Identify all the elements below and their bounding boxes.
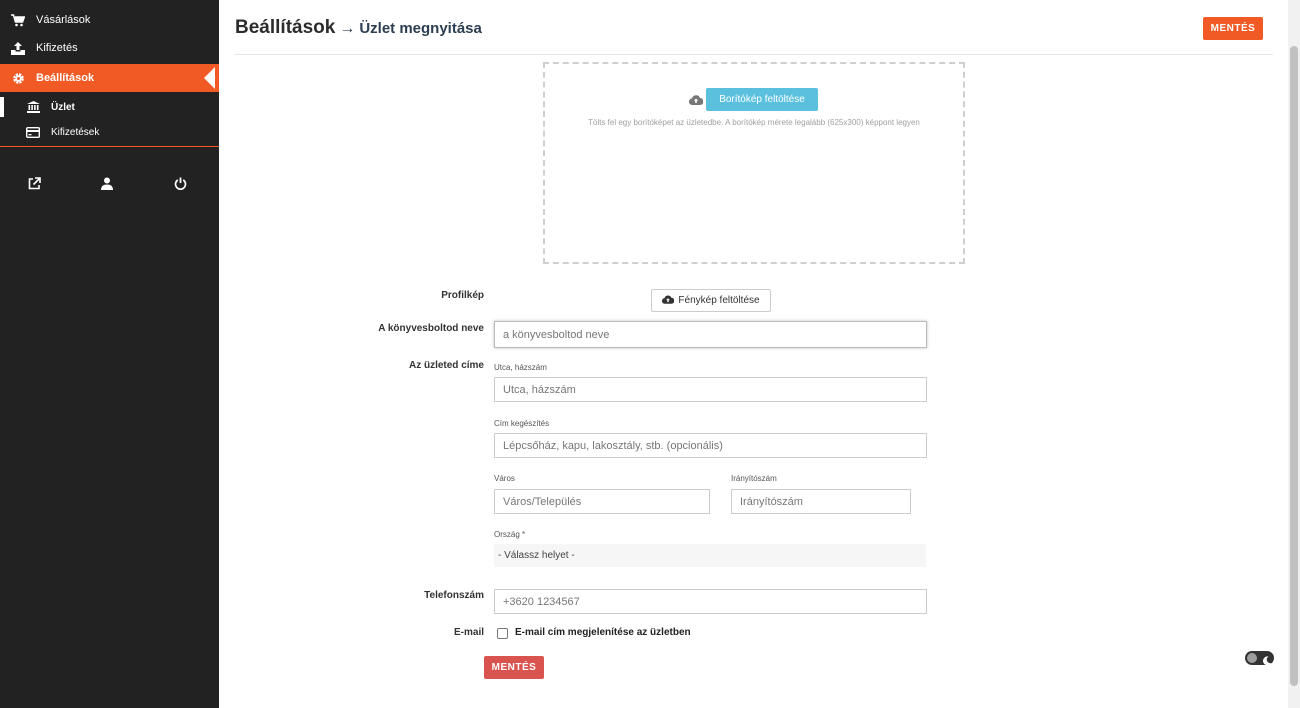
upload-icon: [11, 41, 25, 55]
theme-toggle[interactable]: [1245, 651, 1274, 666]
credit-card-icon: [26, 126, 40, 138]
zip-input[interactable]: [731, 489, 911, 514]
store-name-label: A könyvesboltod neve: [378, 323, 484, 334]
sun-icon: [1247, 653, 1257, 663]
sidebar-item-purchases[interactable]: Vásárlások: [0, 6, 219, 34]
photo-upload-button[interactable]: Fénykép feltöltése: [651, 289, 771, 312]
city-label: Város: [494, 474, 515, 483]
zip-label: Irányítószám: [731, 474, 777, 483]
page-title: Beállítások → Üzlet megnyitása: [235, 17, 482, 39]
cart-icon: [11, 13, 25, 27]
save-button-bottom[interactable]: MENTÉS: [484, 656, 544, 679]
store-name-input[interactable]: [494, 321, 927, 348]
cover-help-text: Tölts fel egy borítóképet az üzletedbe. …: [588, 118, 920, 127]
sidebar-item-label: Beállítások: [36, 72, 95, 84]
page-title-main: Beállítások: [235, 17, 336, 38]
breadcrumb-arrow: →: [339, 20, 356, 37]
sidebar-divider: [0, 146, 219, 147]
cloud-upload-icon: [662, 294, 675, 307]
user-icon[interactable]: [99, 175, 115, 191]
address-extra-input[interactable]: [494, 433, 927, 458]
gear-icon: [11, 71, 25, 85]
sidebar-item-label: Üzlet: [51, 101, 75, 113]
phone-label: Telefonszám: [424, 590, 484, 601]
sidebar-subitem-payouts[interactable]: Kifizetések: [0, 120, 219, 144]
store-address-label: Az üzleted címe: [408, 360, 484, 371]
photo-upload-label: Fénykép feltöltése: [678, 295, 760, 306]
sidebar-item-label: Kifizetések: [51, 126, 100, 138]
phone-input[interactable]: [494, 589, 927, 614]
external-link-icon[interactable]: [26, 175, 42, 191]
city-input[interactable]: [494, 489, 710, 514]
moon-icon: [1262, 653, 1272, 666]
country-select[interactable]: - Válassz helyet -: [494, 544, 926, 567]
country-select-value: - Válassz helyet -: [498, 550, 575, 561]
page-subtitle: Üzlet megnyitása: [359, 20, 482, 37]
sidebar-item-label: Vásárlások: [36, 14, 91, 26]
header-divider: [235, 54, 1273, 55]
street-input[interactable]: [494, 377, 927, 402]
bank-icon: [26, 101, 40, 113]
country-label: Ország *: [494, 530, 526, 539]
profile-image-label: Profilkép: [441, 290, 484, 301]
street-label: Utca, házszám: [494, 363, 547, 372]
sidebar: Vásárlások Kifizetés Beállítások Üzlet K…: [0, 0, 219, 708]
email-label: E-mail: [453, 627, 484, 638]
power-icon[interactable]: [172, 175, 188, 191]
sidebar-item-label: Kifizetés: [36, 42, 78, 54]
save-button-top[interactable]: MENTÉS: [1203, 17, 1263, 40]
cover-upload-button[interactable]: Borítókép feltöltése: [706, 88, 818, 111]
sidebar-item-settings[interactable]: Beállítások: [0, 64, 219, 92]
address-extra-label: Cím kegészítés: [494, 419, 550, 428]
sidebar-subitem-store[interactable]: Üzlet: [0, 95, 219, 119]
email-visibility-label[interactable]: E-mail cím megjelenítése az üzletben: [515, 627, 691, 638]
sidebar-item-payout[interactable]: Kifizetés: [0, 34, 219, 62]
email-visibility-checkbox[interactable]: [497, 628, 508, 639]
scrollbar-thumb[interactable]: [1290, 46, 1298, 686]
cloud-upload-icon: [688, 92, 704, 110]
